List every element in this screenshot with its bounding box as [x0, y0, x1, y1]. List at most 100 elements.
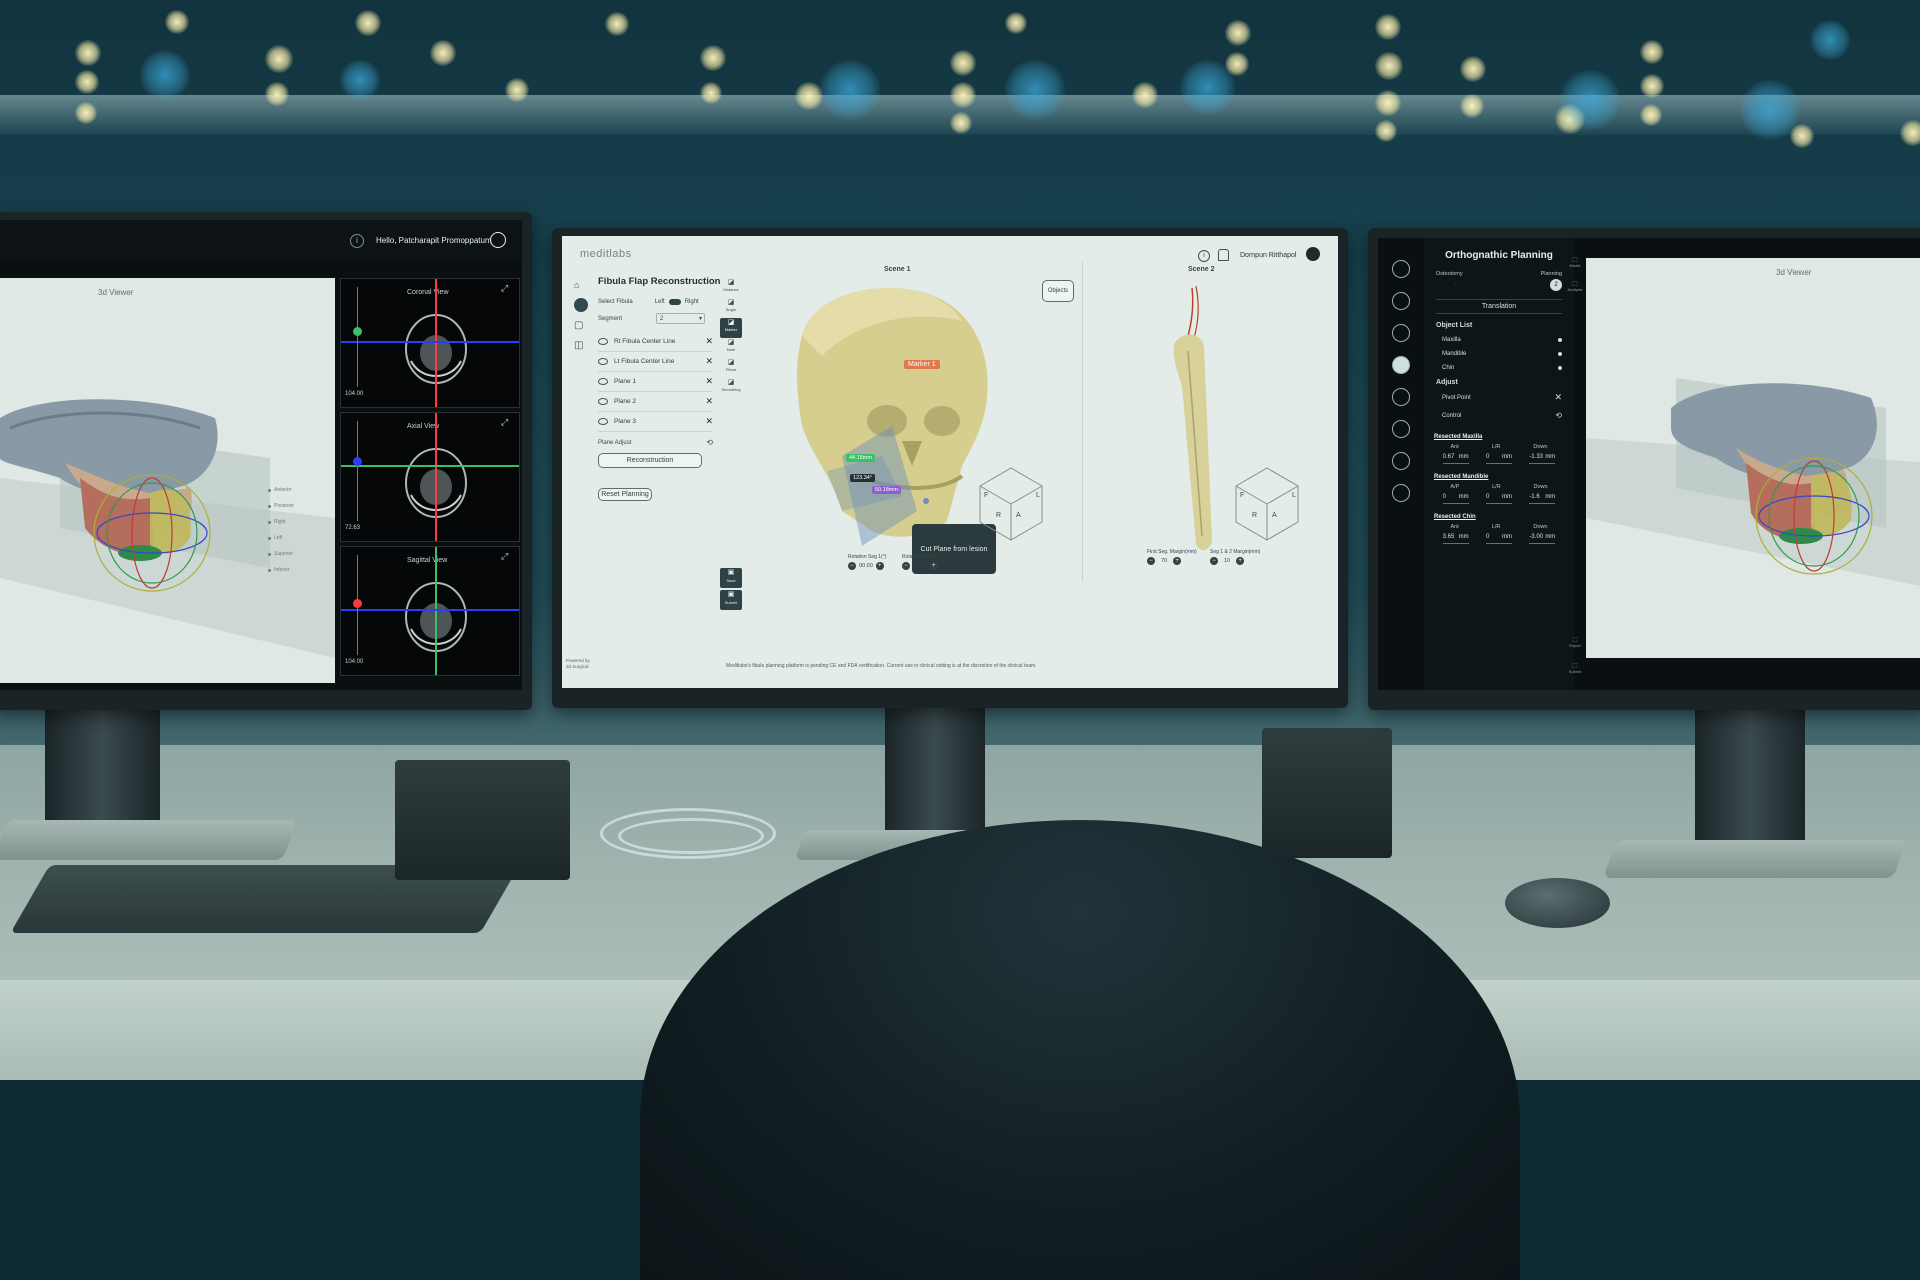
ct-panel[interactable]: Coronal View ⤢ 104.00 — [340, 278, 520, 408]
user-avatar-icon[interactable] — [490, 232, 506, 248]
document-icon[interactable]: ▢ — [574, 320, 594, 340]
orientation-cube-scene2[interactable] — [1232, 464, 1302, 544]
visibility-dot-icon[interactable] — [1558, 338, 1562, 342]
cube-face-label[interactable]: F — [984, 492, 988, 499]
home-icon[interactable]: ⌂ — [574, 280, 594, 298]
legend-item[interactable]: Left — [268, 530, 316, 546]
cube-face-label[interactable]: R — [1252, 512, 1257, 519]
cube-face-label[interactable]: F — [1240, 492, 1244, 499]
visibility-dot-icon[interactable] — [1558, 352, 1562, 356]
translation-header[interactable]: Translation — [1436, 299, 1562, 314]
dimension-input[interactable]: -3.00 mm — [1529, 534, 1556, 544]
dimension-input[interactable]: 0.67 mm — [1442, 454, 1469, 464]
viewer-3d[interactable]: 3d Viewer Anterior Posterior Right Left Supe… — [0, 278, 335, 683]
right-tool-button[interactable]: ⬚ Model — [1564, 256, 1586, 268]
cube-face-label[interactable]: L — [1292, 492, 1296, 499]
ct-panel[interactable]: Axial View ⤢ 72.63 — [340, 412, 520, 542]
side-toggle[interactable] — [668, 299, 681, 305]
control-rotate-icon[interactable]: ⟲ — [1555, 411, 1562, 420]
rail-active-icon[interactable] — [1392, 356, 1410, 374]
rail-segments-icon[interactable] — [1392, 324, 1410, 342]
legend-item[interactable]: Superior — [268, 546, 316, 562]
eye-icon[interactable] — [598, 418, 608, 425]
object-row[interactable]: Plane 2 ✕ — [598, 392, 713, 412]
jaw-icon[interactable] — [574, 298, 588, 312]
slice-scrollbar-handle[interactable] — [353, 457, 362, 466]
notification-bell-icon[interactable] — [1218, 249, 1229, 261]
dimension-input[interactable]: -1.6 mm — [1529, 494, 1556, 504]
tool-cross-icon[interactable]: ✕ — [705, 356, 713, 367]
slice-scrollbar[interactable] — [357, 421, 358, 521]
margin2-stepper[interactable]: − 10 + — [1210, 557, 1270, 565]
rail-head-icon[interactable] — [1392, 388, 1410, 406]
ortho-object-row[interactable]: Mandible — [1442, 347, 1562, 361]
dimension-input[interactable]: -1.33 mm — [1529, 454, 1556, 464]
tool-button[interactable]: ◪ Smoothing — [720, 378, 742, 398]
marker-label[interactable]: Marker 1 — [904, 360, 940, 369]
side-tool-button[interactable]: ▣ Submit — [720, 590, 742, 610]
eye-icon[interactable] — [598, 358, 608, 365]
tool-button[interactable]: ◪ Plane — [720, 358, 742, 378]
minus-icon[interactable]: − — [1147, 557, 1155, 565]
eye-icon[interactable] — [598, 378, 608, 385]
eye-icon[interactable] — [598, 338, 608, 345]
cube-face-label[interactable]: L — [1036, 492, 1040, 499]
dimension-input[interactable]: 0 mm — [1485, 534, 1512, 544]
minus-icon[interactable]: − — [848, 562, 856, 570]
expand-icon[interactable]: ⤢ — [501, 417, 508, 428]
rail-document-icon[interactable] — [1392, 452, 1410, 470]
dimension-input[interactable]: 0 mm — [1485, 494, 1512, 504]
segment-select[interactable]: 2 ▾ — [656, 313, 706, 324]
tool-button[interactable]: ◪ Angle — [720, 298, 742, 318]
right-viewer-3d[interactable]: 3d Viewer — [1586, 258, 1920, 658]
pivot-tool-icon[interactable]: ✕ — [1554, 392, 1562, 403]
object-row[interactable]: Plane 3 ✕ — [598, 412, 713, 432]
eye-icon[interactable] — [598, 398, 608, 405]
info-icon[interactable]: i — [350, 234, 364, 248]
rotation2-stepper[interactable]: − 00.00 + — [902, 562, 950, 570]
tool-button[interactable]: ◪ Distance — [720, 278, 742, 298]
chat-icon[interactable]: ◫ — [574, 340, 594, 360]
planning-step-badge[interactable]: 2 — [1550, 279, 1562, 291]
right-tool-button[interactable]: ⬚ Export — [1564, 636, 1586, 648]
expand-icon[interactable]: ⤢ — [501, 283, 508, 294]
reset-planning-button[interactable]: Reset Planning — [598, 488, 652, 501]
tool-cross-icon[interactable]: ✕ — [705, 376, 713, 387]
rail-target-icon[interactable] — [1392, 420, 1410, 438]
margin1-stepper[interactable]: − 70 + — [1147, 557, 1207, 565]
plus-icon[interactable]: + — [1173, 557, 1182, 565]
dimension-input[interactable]: 0 mm — [1442, 494, 1469, 504]
dimension-input[interactable]: 0 mm — [1485, 454, 1512, 464]
user-avatar[interactable] — [1306, 247, 1320, 261]
rail-message-icon[interactable] — [1392, 484, 1410, 502]
plus-icon[interactable]: + — [875, 562, 884, 570]
legend-item[interactable]: Right — [268, 514, 316, 530]
cube-face-label[interactable]: A — [1272, 512, 1277, 519]
legend-item[interactable]: Anterior — [268, 482, 316, 498]
slice-scrollbar[interactable] — [357, 287, 358, 387]
tab-planning[interactable]: Planning — [1541, 271, 1562, 277]
object-row[interactable]: Plane 1 ✕ — [598, 372, 713, 392]
legend-item[interactable]: Inferior — [268, 562, 316, 578]
ortho-object-row[interactable]: Maxilla — [1442, 333, 1562, 347]
dimension-input[interactable]: 3.65 mm — [1442, 534, 1469, 544]
rotate-icon[interactable]: ⟲ — [706, 438, 713, 447]
object-row[interactable]: Rt Fibula Center Line ✕ — [598, 332, 713, 352]
tab-osteotomy[interactable]: Osteotomy — [1436, 271, 1463, 277]
side-tool-button[interactable]: ▣ Save — [720, 568, 742, 588]
tool-cross-icon[interactable]: ✕ — [705, 416, 713, 427]
minus-icon[interactable]: − — [902, 562, 910, 570]
right-tool-button[interactable]: ⬚ Submit — [1564, 662, 1586, 674]
plus-icon[interactable]: + — [1236, 557, 1245, 565]
minus-icon[interactable]: − — [1210, 557, 1218, 565]
slice-scrollbar-handle[interactable] — [353, 327, 362, 336]
rail-skull-icon[interactable] — [1392, 260, 1410, 278]
visibility-dot-icon[interactable] — [1558, 366, 1562, 370]
help-icon[interactable]: i — [1198, 250, 1210, 262]
reconstruction-button[interactable]: Reconstruction — [598, 453, 702, 468]
tool-cross-icon[interactable]: ✕ — [705, 396, 713, 407]
cube-face-label[interactable]: A — [1016, 512, 1021, 519]
tool-button[interactable]: ◪ Note — [720, 338, 742, 358]
rail-skull-icon[interactable] — [1392, 292, 1410, 310]
object-row[interactable]: Lt Fibula Center Line ✕ — [598, 352, 713, 372]
